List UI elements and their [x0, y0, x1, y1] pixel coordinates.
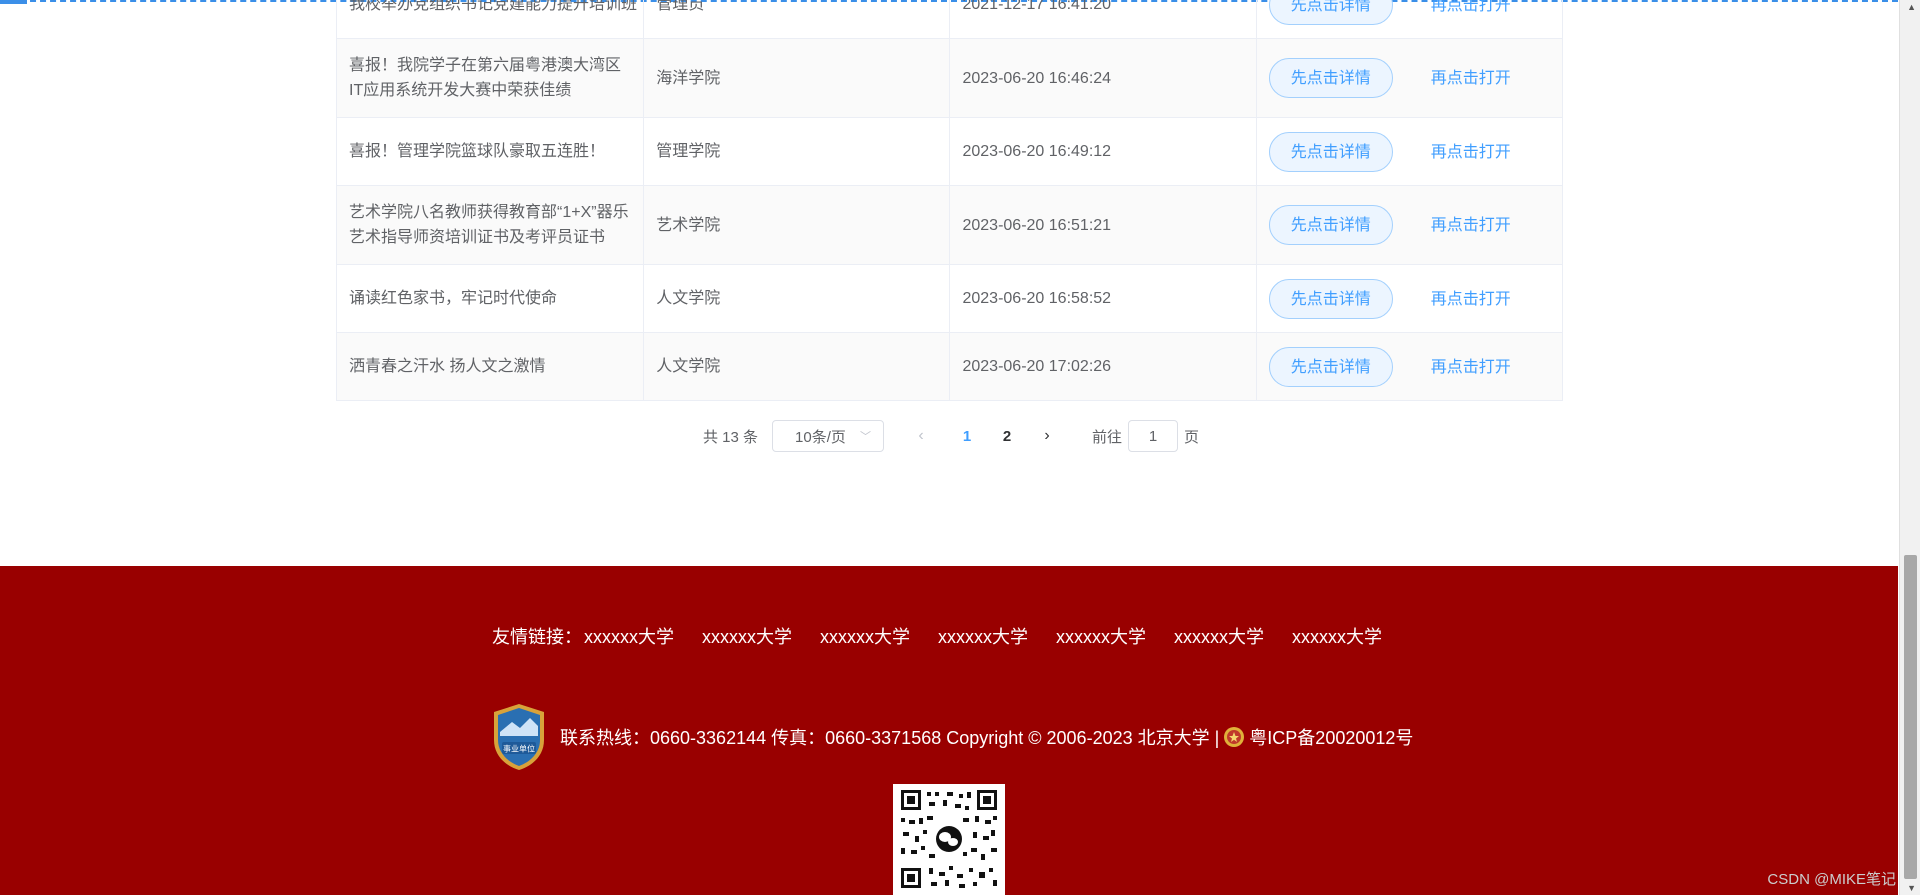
- news-title: 我校举办党组织书记党建能力提升培训班: [335, 0, 645, 39]
- friend-link[interactable]: xxxxxx大学: [1292, 623, 1382, 649]
- prev-page-button[interactable]: ‹: [906, 427, 936, 445]
- chevron-down-icon: ﹀: [860, 431, 872, 443]
- detail-button[interactable]: 先点击详情: [1268, 346, 1393, 387]
- table-row: 诵读红色家书，牢记时代使命 人文学院 2023-06-20 16:58:52 先…: [335, 264, 1564, 333]
- news-time: 2023-06-20 17:02:26: [949, 332, 1257, 401]
- actions-cell: 先点击详情 再点击打开: [1255, 332, 1564, 401]
- news-time: 2023-06-20 16:49:12: [949, 117, 1257, 186]
- actions-cell: 先点击详情 再点击打开: [1255, 264, 1564, 333]
- contact-line: 事业单位 联系热线：0660-3362144 传真：0660-3371568 C…: [490, 702, 1413, 772]
- actions-cell: 先点击详情 再点击打开: [1255, 0, 1564, 39]
- friend-link[interactable]: xxxxxx大学: [584, 623, 674, 649]
- actions-cell: 先点击详情 再点击打开: [1255, 38, 1564, 118]
- friend-link[interactable]: xxxxxx大学: [1056, 623, 1146, 649]
- news-college: 管理学院: [643, 117, 951, 186]
- icp-link[interactable]: 粤ICP备20020012号: [1249, 724, 1413, 750]
- open-link[interactable]: 再点击打开: [1431, 140, 1511, 165]
- friend-link[interactable]: xxxxxx大学: [938, 623, 1028, 649]
- table-row: 喜报！我院学子在第六届粤港澳大湾区IT应用系统开发大赛中荣获佳绩 海洋学院 20…: [335, 38, 1564, 118]
- news-title: 艺术学院八名教师获得教育部“1+X”器乐艺术指导师资培训证书及考评员证书: [335, 185, 645, 265]
- news-college: 艺术学院: [643, 185, 951, 265]
- actions-cell: 先点击详情 再点击打开: [1255, 185, 1564, 265]
- open-link[interactable]: 再点击打开: [1431, 287, 1511, 312]
- badge-text: 事业单位: [503, 744, 535, 754]
- detail-button[interactable]: 先点击详情: [1268, 0, 1393, 25]
- news-time: 2023-06-20 16:46:24: [949, 38, 1257, 118]
- scroll-down-icon[interactable]: ▼: [1907, 883, 1916, 893]
- detail-button[interactable]: 先点击详情: [1268, 205, 1393, 245]
- open-link[interactable]: 再点击打开: [1431, 66, 1511, 91]
- news-time: 2023-06-20 16:51:21: [949, 185, 1257, 265]
- next-page-button[interactable]: ›: [1032, 427, 1062, 445]
- table-row: 洒青春之汗水 扬人文之激情 人文学院 2023-06-20 17:02:26 先…: [335, 332, 1564, 401]
- news-title: 洒青春之汗水 扬人文之激情: [335, 332, 645, 401]
- news-table: 我校举办党组织书记党建能力提升培训班 管理员 2021-12-17 16:41:…: [335, 0, 1564, 401]
- friend-links-label: 友情链接：: [492, 627, 582, 647]
- news-title: 诵读红色家书，牢记时代使命: [335, 264, 645, 333]
- detail-button[interactable]: 先点击详情: [1268, 58, 1393, 98]
- public-institution-badge-icon[interactable]: 事业单位: [490, 702, 548, 772]
- scroll-up-icon[interactable]: ▲: [1907, 2, 1916, 12]
- selection-handle: [0, 0, 27, 4]
- detail-button[interactable]: 先点击详情: [1268, 278, 1393, 319]
- scroll-thumb[interactable]: [1904, 555, 1917, 879]
- news-time: 2023-06-20 16:58:52: [949, 264, 1257, 333]
- goto-page-input[interactable]: [1128, 420, 1179, 452]
- police-emblem-icon: [1224, 727, 1245, 747]
- footer: 友情链接： xxxxxx大学 xxxxxx大学 xxxxxx大学 xxxxxx大…: [0, 566, 1898, 895]
- friend-links: 友情链接： xxxxxx大学 xxxxxx大学 xxxxxx大学 xxxxxx大…: [492, 623, 1410, 649]
- vertical-scrollbar[interactable]: ▲ ▼: [1899, 0, 1920, 895]
- table-row: 我校举办党组织书记党建能力提升培训班 管理员 2021-12-17 16:41:…: [335, 0, 1564, 39]
- open-link[interactable]: 再点击打开: [1431, 213, 1511, 238]
- table-row: 喜报！管理学院篮球队豪取五连胜！ 管理学院 2023-06-20 16:49:1…: [335, 117, 1564, 186]
- news-college: 管理员: [643, 0, 951, 39]
- page-button-2[interactable]: 2: [992, 428, 1022, 445]
- page-size-value: 10条/页: [795, 428, 846, 446]
- news-college: 人文学院: [643, 332, 951, 401]
- friend-link[interactable]: xxxxxx大学: [1174, 623, 1264, 649]
- pagination: 共 13 条 10条/页 ﹀ ‹ 1 2 › 前往 页: [703, 420, 1199, 452]
- actions-cell: 先点击详情 再点击打开: [1255, 117, 1564, 186]
- open-link[interactable]: 再点击打开: [1431, 355, 1511, 380]
- page-button-1[interactable]: 1: [952, 428, 982, 445]
- watermark: CSDN @MIKE笔记: [1767, 871, 1896, 888]
- contact-text: 联系热线：0660-3362144 传真：0660-3371568 Copyri…: [560, 728, 1220, 748]
- total-count: 共 13 条: [703, 428, 759, 446]
- news-college: 海洋学院: [643, 38, 951, 118]
- open-link[interactable]: 再点击打开: [1431, 0, 1511, 18]
- news-time: 2021-12-17 16:41:20: [949, 0, 1257, 39]
- page-size-select[interactable]: 10条/页 ﹀: [772, 420, 885, 452]
- goto-suffix: 页: [1184, 428, 1200, 446]
- friend-link[interactable]: xxxxxx大学: [702, 623, 792, 649]
- detail-button[interactable]: 先点击详情: [1268, 131, 1393, 172]
- news-title: 喜报！我院学子在第六届粤港澳大湾区IT应用系统开发大赛中荣获佳绩: [335, 38, 645, 118]
- table-row: 艺术学院八名教师获得教育部“1+X”器乐艺术指导师资培训证书及考评员证书 艺术学…: [335, 185, 1564, 265]
- news-title: 喜报！管理学院篮球队豪取五连胜！: [335, 117, 645, 186]
- goto-label: 前往: [1092, 428, 1123, 446]
- news-college: 人文学院: [643, 264, 951, 333]
- friend-link[interactable]: xxxxxx大学: [820, 623, 910, 649]
- qr-code-icon: [893, 784, 1005, 895]
